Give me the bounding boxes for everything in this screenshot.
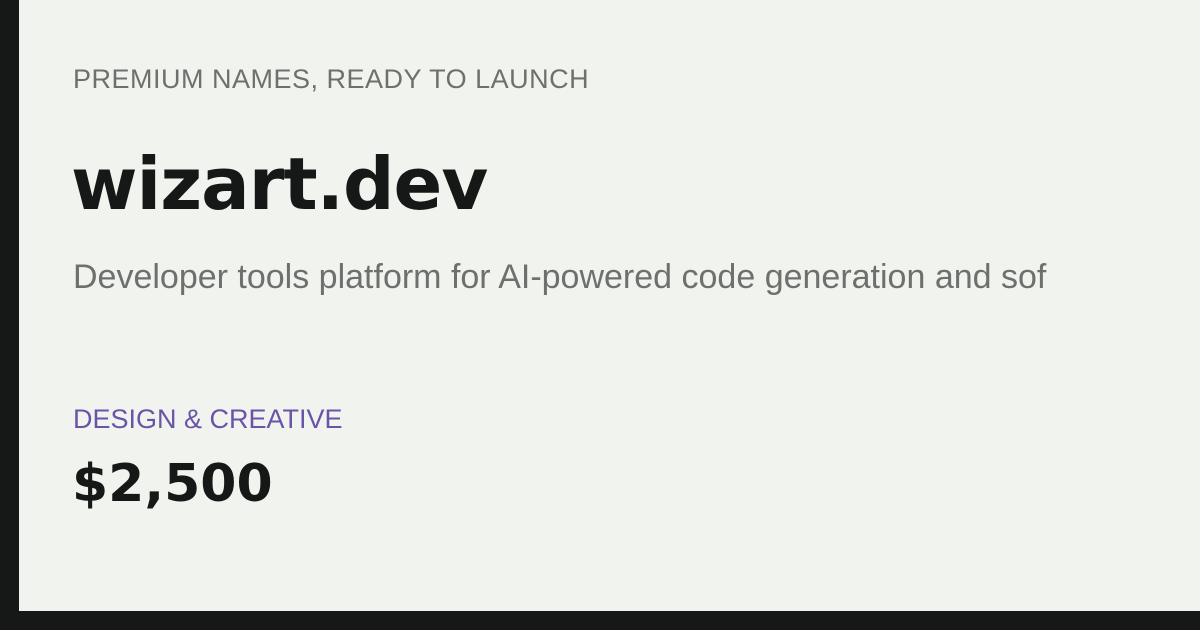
price: $2,500 — [72, 454, 273, 514]
domain-name: wizart.dev — [71, 142, 488, 226]
domain-description: Developer tools platform for AI-powered … — [73, 258, 1047, 296]
tagline: PREMIUM NAMES, READY TO LAUNCH — [73, 64, 590, 94]
category-label: DESIGN & CREATIVE — [73, 404, 343, 434]
listing-card: PREMIUM NAMES, READY TO LAUNCH wizart.de… — [19, 0, 1200, 611]
